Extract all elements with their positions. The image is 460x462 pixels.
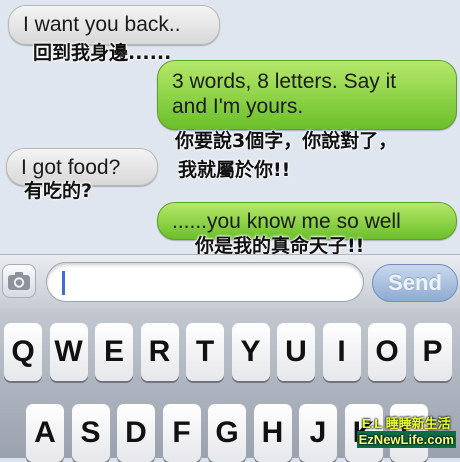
key-i[interactable]: I bbox=[322, 323, 361, 381]
key-p[interactable]: P bbox=[413, 323, 452, 381]
key-f[interactable]: F bbox=[162, 404, 201, 462]
camera-button[interactable] bbox=[2, 264, 36, 298]
key-a[interactable]: A bbox=[26, 404, 64, 462]
message-text: I want you back.. bbox=[23, 13, 181, 36]
message-caption: 回到我身邊...... bbox=[33, 42, 172, 64]
key-s[interactable]: S bbox=[71, 404, 110, 462]
message-caption: 我就屬於你!! bbox=[178, 159, 291, 181]
watermark-line1: E.L 睡睡新生活 bbox=[362, 416, 451, 431]
message-caption: 有吃的? bbox=[24, 180, 93, 202]
key-g[interactable]: G bbox=[208, 404, 246, 462]
message-text: ......you know me so well bbox=[172, 210, 401, 233]
key-q[interactable]: Q bbox=[4, 323, 42, 381]
key-j[interactable]: J bbox=[299, 404, 337, 462]
key-o[interactable]: O bbox=[368, 323, 406, 381]
message-thread[interactable]: I want you back.. 回到我身邊...... 3 words, 8… bbox=[0, 0, 460, 257]
watermark-line2: EzNewLife.com bbox=[356, 431, 456, 448]
message-input[interactable] bbox=[46, 262, 364, 302]
key-y[interactable]: Y bbox=[231, 323, 270, 381]
message-caption: 你要說3個字，你說對了， bbox=[175, 130, 398, 152]
key-w[interactable]: W bbox=[49, 323, 88, 381]
text-cursor bbox=[62, 271, 65, 295]
keyboard: QWERTYUIOP ASDFGHJKL E.L 睡睡新生活 EzNewLife… bbox=[0, 308, 460, 462]
message-text-line: 3 words, 8 letters. Say it bbox=[172, 70, 397, 93]
key-r[interactable]: R bbox=[140, 323, 179, 381]
send-button[interactable]: Send bbox=[372, 264, 458, 302]
camera-icon bbox=[8, 272, 30, 290]
message-text-line: and I'm yours. bbox=[172, 95, 304, 118]
key-e[interactable]: E bbox=[95, 323, 133, 381]
key-h[interactable]: H bbox=[253, 404, 292, 462]
message-bubble-sent: 3 words, 8 letters. Say it and I'm yours… bbox=[157, 60, 457, 130]
key-u[interactable]: U bbox=[277, 323, 315, 381]
key-t[interactable]: T bbox=[186, 323, 224, 381]
watermark: E.L 睡睡新生活 EzNewLife.com bbox=[356, 416, 456, 448]
key-d[interactable]: D bbox=[117, 404, 155, 462]
message-composer: Send bbox=[0, 254, 460, 310]
